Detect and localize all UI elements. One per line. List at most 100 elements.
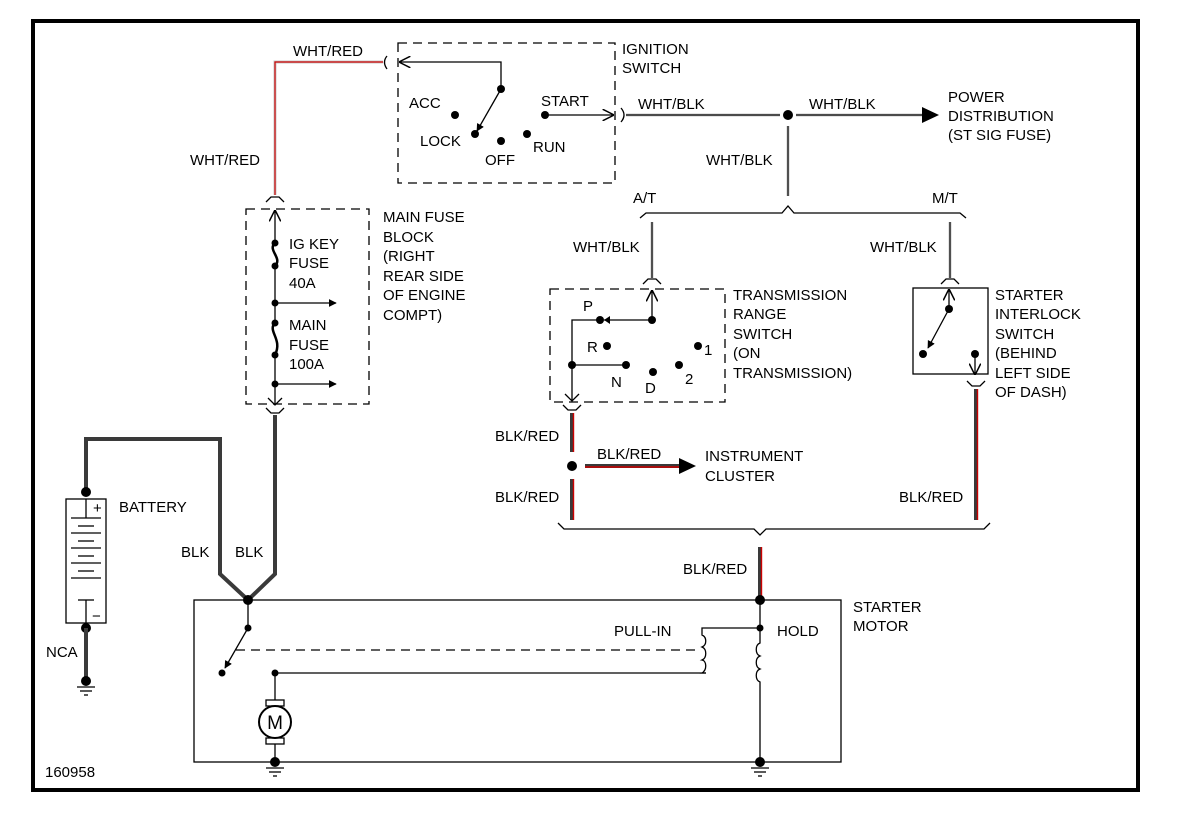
trs-2-label: 2: [685, 371, 693, 388]
trs-output-connector-icon: [562, 404, 582, 411]
main-fuse-block-title-6: COMPT): [383, 307, 442, 324]
main-fuse-block-title-1: MAIN FUSE: [383, 209, 465, 226]
blk-red-label-ic: BLK/RED: [597, 446, 661, 463]
blk-red-join-brace: [557, 522, 991, 536]
wire-wht-blk-main: WHT/BLK WHT/BLK WHT/BLK: [626, 96, 939, 196]
trs-n-label: N: [611, 374, 622, 391]
starter-interlock-switch: STARTER INTERLOCK SWITCH (BEHIND LEFT SI…: [912, 287, 1081, 401]
trs-title-2: RANGE: [733, 306, 786, 323]
sis-output-connector-icon: [966, 380, 986, 387]
trs-d-contact: [649, 368, 657, 376]
fuse-block-output-connector-icon: [265, 407, 285, 414]
trs-1-label: 1: [704, 342, 712, 359]
transmission-range-switch: P R N D 2 1 TRANSMISSION RANGE SWITCH (O…: [549, 287, 852, 411]
sis-box: [912, 287, 989, 375]
blk-red-splice: [567, 461, 577, 471]
wire-wht-red: WHT/RED WHT/RED: [190, 43, 383, 195]
blk-red-label-2: BLK/RED: [495, 489, 559, 506]
instrument-cluster-line-1: INSTRUMENT: [705, 448, 803, 465]
instrument-cluster-arrow-icon: [679, 458, 696, 474]
nca-label: NCA: [46, 644, 78, 661]
sis-title-6: OF DASH): [995, 384, 1067, 401]
starter-motor-title-1: STARTER: [853, 599, 922, 616]
battery-plus-sign: +: [93, 500, 102, 517]
main-fuse-label-3: 100A: [289, 356, 324, 373]
ignition-run-label: RUN: [533, 139, 566, 156]
instrument-cluster: INSTRUMENT CLUSTER: [705, 448, 803, 485]
ig-key-fuse-label-3: 40A: [289, 275, 316, 292]
fuse-block-input-connector-icon: [265, 196, 285, 203]
ignition-start-label: START: [541, 93, 589, 110]
ig-key-fuse-label-2: FUSE: [289, 255, 329, 272]
battery: + − BATTERY NCA BLK BLK: [46, 415, 277, 696]
ignition-internal-wire: [400, 62, 502, 89]
wht-blk-label-2: WHT/BLK: [809, 96, 876, 113]
main-fuse-label-2: FUSE: [289, 337, 329, 354]
ignition-switch-title-1: IGNITION: [622, 41, 689, 58]
wire-blk-fuse-block: [246, 415, 277, 602]
main-fuse-label-1: MAIN: [289, 317, 327, 334]
power-distribution: POWER DISTRIBUTION (ST SIG FUSE): [948, 89, 1054, 144]
trs-title-1: TRANSMISSION: [733, 287, 847, 304]
starter-motor-box: [193, 599, 842, 763]
ignition-acc-contact: [451, 111, 459, 119]
wht-blk-at-label: WHT/BLK: [573, 239, 640, 256]
battery-ground-icon: [77, 686, 95, 696]
trs-title-4: (ON: [733, 345, 761, 362]
ignition-output-connector-icon: [620, 107, 625, 123]
sis-title-3: SWITCH: [995, 326, 1054, 343]
wht-red-label-top: WHT/RED: [293, 43, 363, 60]
wht-blk-label-down: WHT/BLK: [706, 152, 773, 169]
main-fuse-block-title-2: BLOCK: [383, 229, 434, 246]
trs-n-contact: [622, 361, 630, 369]
battery-minus-sign: −: [92, 608, 101, 625]
ignition-acc-label: ACC: [409, 95, 441, 112]
blk-red-label-starter: BLK/RED: [683, 561, 747, 578]
wht-red-label-left: WHT/RED: [190, 152, 260, 169]
blk-label-2: BLK: [235, 544, 263, 561]
trs-2-contact: [675, 361, 683, 369]
main-fuse-icon: [271, 322, 279, 356]
sis-title-1: STARTER: [995, 287, 1064, 304]
ignition-run-contact: [523, 130, 531, 138]
power-distribution-line-3: (ST SIG FUSE): [948, 127, 1051, 144]
main-fuse-block-title-4: REAR SIDE: [383, 268, 464, 285]
wiring-diagram: ACC LOCK OFF RUN START IGNITION SWITCH W…: [31, 19, 1140, 792]
trs-p-label: P: [583, 298, 593, 315]
at-mt-branch: A/T M/T WHT/BLK WHT/BLK: [573, 190, 967, 285]
diagram-id: 160958: [45, 764, 95, 781]
ignition-switch-title-2: SWITCH: [622, 60, 681, 77]
starter-solenoid-contact: [224, 627, 249, 669]
hold-label: HOLD: [777, 623, 819, 640]
ignition-lock-label: LOCK: [420, 133, 461, 150]
wht-blk-label-1: WHT/BLK: [638, 96, 705, 113]
battery-label: BATTERY: [119, 499, 187, 516]
main-fuse-block-title-3: (RIGHT: [383, 248, 435, 265]
sis-title-2: INTERLOCK: [995, 306, 1081, 323]
power-distribution-line-2: DISTRIBUTION: [948, 108, 1054, 125]
sis-input-connector-icon: [940, 278, 960, 285]
trs-title-3: SWITCH: [733, 326, 792, 343]
wire-blk-red: BLK/RED BLK/RED BLK/RED BLK/RED BLK/RED: [495, 389, 991, 600]
starter-ground-icon-right: [751, 767, 769, 777]
trs-d-label: D: [645, 380, 656, 397]
starter-ground-icon-left: [266, 767, 284, 777]
trs-r-contact: [603, 342, 611, 350]
ignition-input-connector-icon: [383, 55, 388, 70]
wht-blk-splice: [783, 110, 793, 120]
pull-in-label: PULL-IN: [614, 623, 672, 640]
ignition-lock-contact: [471, 130, 479, 138]
ignition-off-contact: [497, 137, 505, 145]
ignition-off-label: OFF: [485, 152, 515, 169]
trs-1-contact: [694, 342, 702, 350]
hold-coil-icon: [755, 628, 762, 762]
wht-red-tracer: [274, 61, 383, 195]
main-fuse-block: IG KEY FUSE 40A MAIN FUSE 100A MAIN FUSE…: [245, 196, 466, 414]
wht-blk-mt-label: WHT/BLK: [870, 239, 937, 256]
wire-blk-battery: [84, 437, 250, 602]
trs-r-label: R: [587, 339, 598, 356]
trs-title-5: TRANSMISSION): [733, 365, 852, 382]
at-mt-brace: [639, 205, 967, 219]
branch-at-label: A/T: [633, 190, 656, 207]
starter-motor-title-2: MOTOR: [853, 618, 909, 635]
